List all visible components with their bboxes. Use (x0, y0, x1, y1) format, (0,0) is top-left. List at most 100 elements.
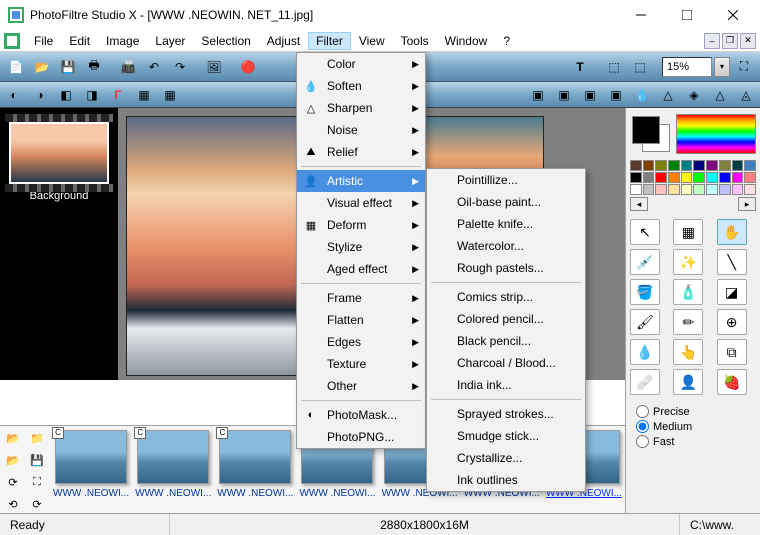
thumb-tool-e[interactable]: ⟳ (2, 472, 24, 492)
tool2-b[interactable]: ◑ (30, 86, 50, 104)
palette-swatch[interactable] (643, 184, 655, 195)
palette-swatch[interactable] (630, 172, 642, 183)
quality-option-fast[interactable]: Fast (636, 435, 756, 448)
menu-window[interactable]: Window (437, 32, 496, 50)
palette-swatch[interactable] (630, 184, 642, 195)
filter-menu-flatten[interactable]: Flatten▶ (297, 309, 425, 331)
filter-menu-texture[interactable]: Texture▶ (297, 353, 425, 375)
mdi-restore-button[interactable]: ❐ (722, 33, 738, 49)
filter-menu-relief[interactable]: ⛰Relief▶ (297, 141, 425, 163)
palette-swatch[interactable] (744, 160, 756, 171)
artistic-menu-smudge-stick-[interactable]: Smudge stick... (427, 425, 585, 447)
menu-adjust[interactable]: Adjust (259, 32, 308, 50)
tool2-c[interactable]: ◧ (56, 86, 76, 104)
palette-swatch[interactable] (668, 160, 680, 171)
filter-menu-visual-effect[interactable]: Visual effect▶ (297, 192, 425, 214)
palette-swatch[interactable] (668, 172, 680, 183)
tool2-f[interactable]: ▦ (160, 86, 180, 104)
palette-swatch[interactable] (668, 184, 680, 195)
art-tool[interactable]: 🍓 (717, 369, 747, 395)
filter-menu-photopng-[interactable]: PhotoPNG... (297, 426, 425, 448)
artistic-menu-charcoal-blood-[interactable]: Charcoal / Blood... (427, 352, 585, 374)
tool2-j[interactable]: ▣ (606, 86, 626, 104)
stamp-tool[interactable]: ⊕ (717, 309, 747, 335)
artistic-menu-ink-outlines[interactable]: Ink outlines (427, 469, 585, 491)
palette-swatch[interactable] (706, 172, 718, 183)
foreground-color-swatch[interactable] (632, 116, 660, 144)
rgb-button[interactable]: 🔴 (236, 55, 260, 79)
color-spectrum[interactable] (676, 114, 756, 154)
spray-tool[interactable]: 🧴 (673, 279, 703, 305)
filter-menu-frame[interactable]: Frame▶ (297, 287, 425, 309)
filter-menu-sharpen[interactable]: △Sharpen▶ (297, 97, 425, 119)
palette-swatch[interactable] (706, 184, 718, 195)
blur-tool[interactable]: 💧 (630, 339, 660, 365)
artistic-menu-colored-pencil-[interactable]: Colored pencil... (427, 308, 585, 330)
tool2-blur[interactable]: 💧 (632, 86, 652, 104)
undo-button[interactable]: ↶ (142, 55, 166, 79)
eyedropper-tool[interactable]: 💉 (630, 249, 660, 275)
clone-tool[interactable]: ⧉ (717, 339, 747, 365)
artistic-menu-rough-pastels-[interactable]: Rough pastels... (427, 257, 585, 279)
tool2-gamma[interactable]: Γ (108, 86, 128, 104)
filter-menu-deform[interactable]: ▦Deform▶ (297, 214, 425, 236)
opt2-button[interactable]: ⬚ (628, 55, 652, 79)
filter-menu-color[interactable]: Color▶ (297, 53, 425, 75)
maximize-button[interactable] (664, 0, 710, 30)
tool2-l[interactable]: △ (710, 86, 730, 104)
mdi-minimize-button[interactable]: – (704, 33, 720, 49)
palette-swatch[interactable] (732, 160, 744, 171)
scan-button[interactable]: 📠 (116, 55, 140, 79)
thumb-tool-b[interactable]: 📁 (26, 428, 48, 448)
redo-button[interactable]: ↷ (168, 55, 192, 79)
pointer-tool[interactable]: ↖ (630, 219, 660, 245)
artistic-menu-india-ink-[interactable]: India ink... (427, 374, 585, 396)
filter-menu-other[interactable]: Other▶ (297, 375, 425, 397)
filter-menu-photomask-[interactable]: ◐PhotoMask... (297, 404, 425, 426)
tool2-sharp[interactable]: △ (658, 86, 678, 104)
tool2-i[interactable]: ▣ (580, 86, 600, 104)
artistic-menu-comics-strip-[interactable]: Comics strip... (427, 286, 585, 308)
filter-menu-stylize[interactable]: Stylize▶ (297, 236, 425, 258)
tool2-a[interactable]: ◐ (4, 86, 24, 104)
palette-swatch[interactable] (693, 160, 705, 171)
palette-swatch[interactable] (643, 172, 655, 183)
image-button[interactable]: 🖼 (202, 55, 226, 79)
filter-menu-soften[interactable]: 💧Soften▶ (297, 75, 425, 97)
thumb-tool-c[interactable]: 📂 (2, 450, 24, 470)
artistic-menu-palette-knife-[interactable]: Palette knife... (427, 213, 585, 235)
tool2-h[interactable]: ▣ (554, 86, 574, 104)
tool2-e[interactable]: ▦ (134, 86, 154, 104)
tool2-d[interactable]: ◨ (82, 86, 102, 104)
artistic-menu-sprayed-strokes-[interactable]: Sprayed strokes... (427, 403, 585, 425)
smudge-tool[interactable]: 👆 (673, 339, 703, 365)
palette-swatch[interactable] (719, 160, 731, 171)
palette-swatch[interactable] (744, 172, 756, 183)
close-button[interactable] (710, 0, 756, 30)
artistic-menu-watercolor-[interactable]: Watercolor... (427, 235, 585, 257)
palette-prev-button[interactable]: ◂ (630, 197, 648, 211)
thumbnail-item[interactable]: CWWW .NEOWI... (134, 430, 212, 513)
palette-swatch[interactable] (732, 184, 744, 195)
menu-layer[interactable]: Layer (147, 32, 193, 50)
palette-swatch[interactable] (630, 160, 642, 171)
palette-next-button[interactable]: ▸ (738, 197, 756, 211)
fill-tool[interactable]: 🪣 (630, 279, 660, 305)
print-button[interactable]: 🖶 (82, 55, 106, 79)
palette-swatch[interactable] (719, 184, 731, 195)
new-button[interactable]: 📄 (4, 55, 28, 79)
tool2-k[interactable]: ◈ (684, 86, 704, 104)
palette-swatch[interactable] (655, 160, 667, 171)
portrait-tool[interactable]: 👤 (673, 369, 703, 395)
palette-swatch[interactable] (719, 172, 731, 183)
zoom-dropdown-button[interactable]: ▾ (714, 57, 730, 77)
color-palette[interactable] (630, 160, 756, 195)
artistic-menu-crystallize-[interactable]: Crystallize... (427, 447, 585, 469)
palette-swatch[interactable] (643, 160, 655, 171)
quality-option-medium[interactable]: Medium (636, 420, 756, 433)
tool2-g[interactable]: ▣ (528, 86, 548, 104)
retouch-tool[interactable]: 🩹 (630, 369, 660, 395)
thumbnail-item[interactable]: CWWW .NEOWI... (216, 430, 294, 513)
line-tool[interactable]: ╲ (717, 249, 747, 275)
fg-bg-swatches[interactable] (630, 114, 672, 154)
